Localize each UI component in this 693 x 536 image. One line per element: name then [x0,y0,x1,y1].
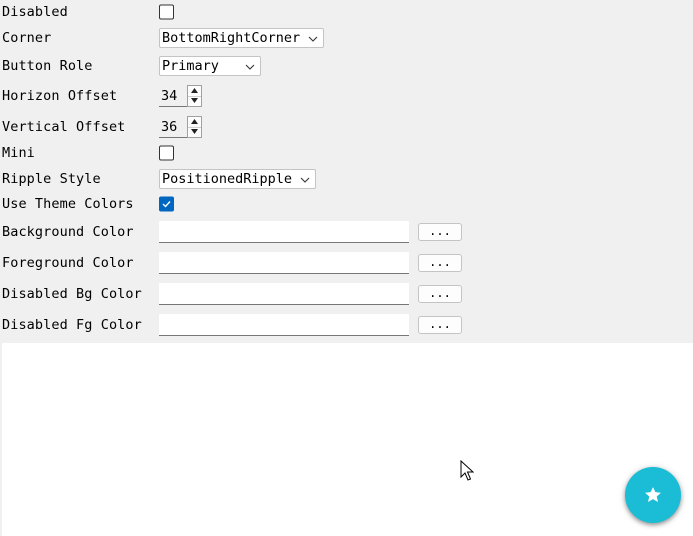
use-theme-colors-checkbox[interactable] [159,196,174,212]
mini-checkbox[interactable] [159,145,174,161]
disabled-label: Disabled [2,4,68,20]
row-ripple-style: Ripple Style PositionedRipple [0,167,693,191]
foreground-color-input[interactable] [159,252,409,274]
triangle-down-icon [191,129,198,134]
chevron-down-icon [308,33,318,48]
row-button-role: Button Role Primary [0,54,693,78]
disabled-bg-color-label: Disabled Bg Color [2,286,142,302]
button-role-dropdown[interactable]: Primary [159,56,261,76]
row-disabled-fg-color: Disabled Fg Color ... [0,313,693,337]
disabled-checkbox[interactable] [159,4,174,20]
checkmark-icon [162,201,171,208]
row-horizon-offset: Horizon Offset 34 [0,84,693,108]
row-background-color: Background Color ... [0,220,693,244]
vertical-offset-label: Vertical Offset [2,119,126,135]
background-color-label: Background Color [2,224,134,240]
ripple-style-label: Ripple Style [2,171,101,187]
disabled-bg-color-picker-button[interactable]: ... [418,285,462,303]
row-vertical-offset: Vertical Offset 36 [0,115,693,139]
button-role-value: Primary [162,58,219,74]
disabled-fg-color-input[interactable] [159,314,409,336]
triangle-up-icon [191,119,198,124]
triangle-up-icon [191,88,198,93]
spin-buttons [187,85,202,107]
spin-buttons [187,116,202,138]
disabled-fg-color-picker-button[interactable]: ... [418,316,462,334]
row-disabled-bg-color: Disabled Bg Color ... [0,282,693,306]
spin-down-button[interactable] [188,127,201,137]
chevron-down-icon [245,61,255,76]
spin-underline [159,137,187,138]
vertical-offset-value[interactable]: 36 [161,119,177,135]
spin-underline [159,106,187,107]
mouse-cursor-icon [460,459,475,486]
disabled-bg-color-input[interactable] [159,283,409,305]
background-color-input[interactable] [159,221,409,243]
use-theme-colors-label: Use Theme Colors [2,196,134,212]
horizon-offset-value[interactable]: 34 [161,88,177,104]
row-use-theme-colors: Use Theme Colors [0,192,693,216]
ripple-style-value: PositionedRipple [162,171,293,187]
row-mini: Mini [0,141,693,165]
star-icon [645,487,661,502]
foreground-color-label: Foreground Color [2,255,134,271]
disabled-fg-color-label: Disabled Fg Color [2,317,142,333]
ripple-style-dropdown[interactable]: PositionedRipple [159,169,316,189]
spin-down-button[interactable] [188,96,201,106]
horizon-offset-spinbox[interactable]: 34 [159,85,203,107]
row-foreground-color: Foreground Color ... [0,251,693,275]
chevron-down-icon [300,174,310,189]
row-corner: Corner BottomRightCorner [0,26,693,50]
preview-canvas [2,343,693,536]
settings-panel: Disabled Corner BottomRightCorner Button… [0,0,693,342]
corner-label: Corner [2,30,52,46]
floating-action-button[interactable] [625,467,681,523]
button-role-label: Button Role [2,58,93,74]
corner-dropdown[interactable]: BottomRightCorner [159,28,324,48]
background-color-picker-button[interactable]: ... [418,223,462,241]
row-disabled: Disabled [0,0,693,24]
horizon-offset-label: Horizon Offset [2,88,118,104]
vertical-offset-spinbox[interactable]: 36 [159,116,203,138]
corner-value: BottomRightCorner [162,30,301,46]
foreground-color-picker-button[interactable]: ... [418,254,462,272]
mini-label: Mini [2,145,35,161]
triangle-down-icon [191,98,198,103]
